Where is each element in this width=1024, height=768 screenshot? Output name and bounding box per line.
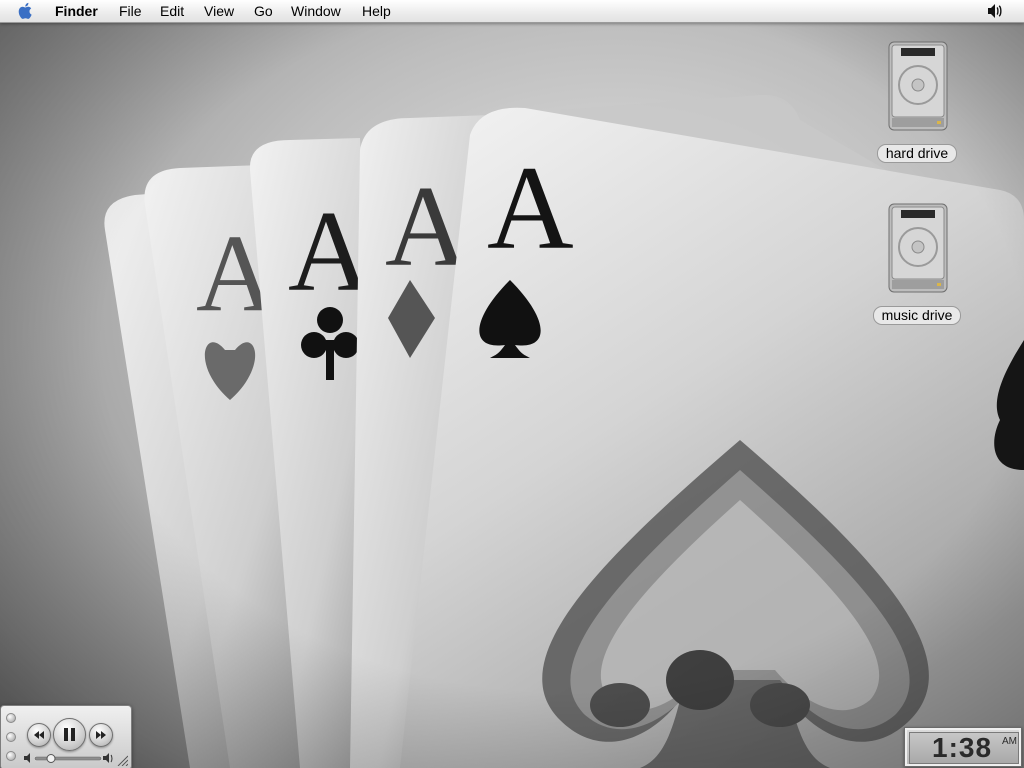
pause-button[interactable] bbox=[53, 718, 86, 751]
fast-forward-icon bbox=[96, 731, 106, 739]
menu-finder[interactable]: Finder bbox=[55, 0, 98, 22]
clock-time: 1:38 bbox=[932, 732, 993, 763]
apple-logo-icon[interactable] bbox=[17, 1, 37, 21]
rewind-button[interactable] bbox=[27, 723, 51, 747]
speaker-volume-icon[interactable] bbox=[986, 2, 1006, 20]
desktop-icon-label: hard drive bbox=[876, 144, 958, 163]
rewind-icon bbox=[34, 731, 44, 739]
menu-bar: Finder File Edit View Go Window Help bbox=[0, 0, 1024, 23]
menu-file[interactable]: File bbox=[119, 0, 142, 22]
desktop-icon-label: music drive bbox=[872, 306, 962, 325]
volume-slider-knob bbox=[46, 754, 56, 763]
menu-go[interactable]: Go bbox=[254, 0, 273, 22]
desktop-icon-hard-drive[interactable]: hard drive bbox=[862, 40, 972, 170]
menu-edit[interactable]: Edit bbox=[160, 0, 184, 22]
resize-grip[interactable] bbox=[116, 754, 128, 766]
window-minimize-dot[interactable] bbox=[6, 732, 16, 742]
volume-slider[interactable] bbox=[23, 752, 115, 764]
desktop-icon-music-drive[interactable]: music drive bbox=[862, 202, 972, 332]
clock-ampm: AM bbox=[1002, 736, 1017, 747]
volume-low-icon bbox=[24, 753, 30, 763]
clock-face: 1:38 AM bbox=[909, 732, 1019, 764]
hard-drive-icon bbox=[888, 41, 948, 131]
media-controller bbox=[0, 705, 132, 768]
menu-view[interactable]: View bbox=[204, 0, 234, 22]
hard-drive-icon bbox=[888, 203, 948, 293]
window-zoom-dot[interactable] bbox=[6, 751, 16, 761]
window-close-dot[interactable] bbox=[6, 713, 16, 723]
menu-help[interactable]: Help bbox=[362, 0, 391, 22]
fast-forward-button[interactable] bbox=[89, 723, 113, 747]
volume-high-icon bbox=[103, 753, 113, 763]
desktop-clock: 1:38 AM bbox=[904, 727, 1022, 767]
desktop-screen: A A A A bbox=[0, 0, 1024, 768]
pause-icon bbox=[64, 728, 75, 741]
menu-window[interactable]: Window bbox=[291, 0, 341, 22]
